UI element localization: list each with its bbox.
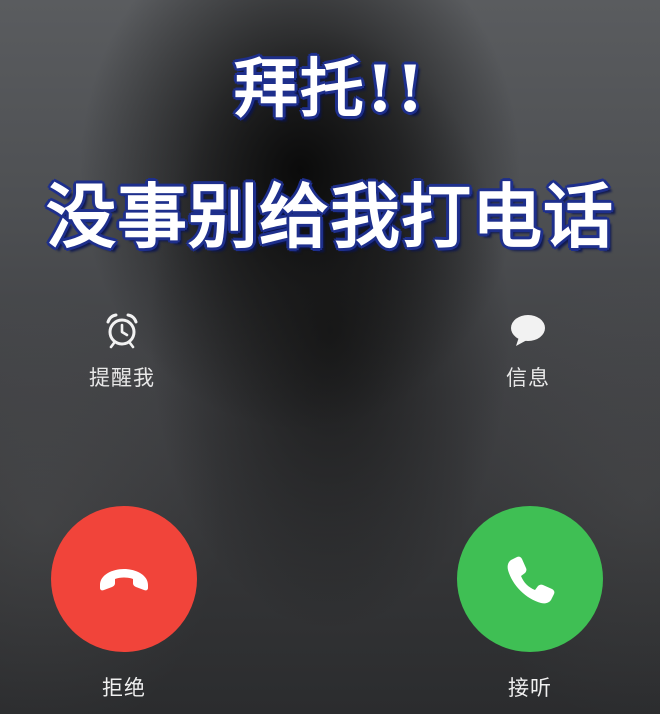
phone-icon (507, 556, 555, 604)
caption-title: 拜托!! (233, 52, 427, 127)
incoming-call-screen: 拜托!! 没事别给我打电话 提醒我 信息 拒绝 接听 (0, 0, 660, 714)
decline-label: 拒绝 (102, 676, 146, 700)
hang-up-phone-icon (100, 569, 148, 591)
accept-label: 接听 (508, 676, 552, 700)
chat-bubble-icon (511, 315, 545, 346)
caption-subtitle: 没事别给我打电话 (46, 175, 614, 258)
remind-me-button[interactable]: 提醒我 (62, 310, 182, 392)
accept-call-button[interactable] (457, 506, 603, 652)
alarm-clock-icon (106, 313, 138, 349)
remind-me-label: 提醒我 (89, 366, 155, 390)
message-label: 信息 (506, 366, 550, 390)
decline-call-button[interactable] (51, 506, 197, 652)
message-button[interactable]: 信息 (468, 310, 588, 392)
